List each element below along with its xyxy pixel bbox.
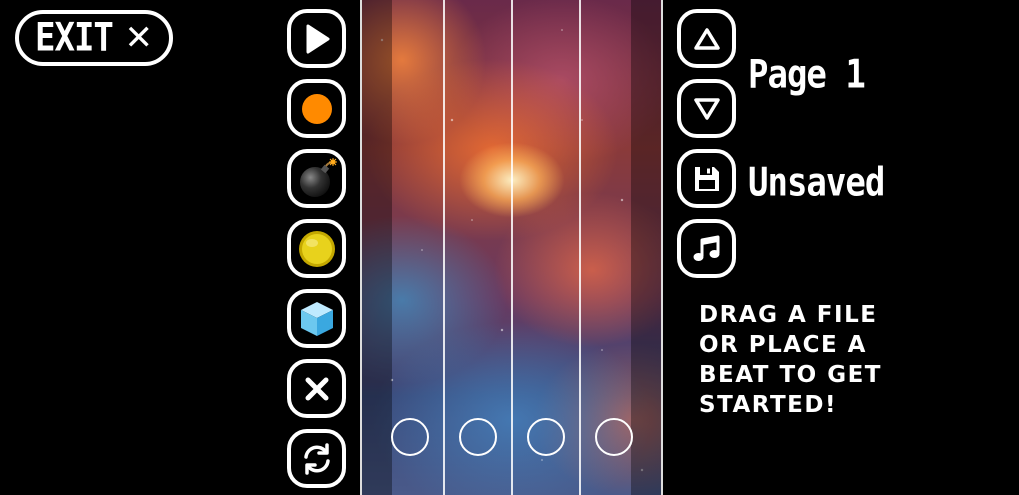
- triangle-up-icon: [693, 27, 720, 50]
- music-note-icon: [693, 235, 719, 261]
- floppy-disk-icon: [694, 166, 719, 191]
- lane-1-hit-target[interactable]: [391, 418, 429, 456]
- page-up-button[interactable]: [677, 9, 736, 68]
- music-button[interactable]: [677, 219, 736, 278]
- beat-track[interactable]: [360, 0, 663, 495]
- lane-3-hit-target[interactable]: [527, 418, 565, 456]
- instruction-line: STARTED!: [699, 392, 837, 418]
- instructions-text: DRAG A FILE OR PLACE A BEAT TO GET START…: [699, 300, 939, 420]
- lane-2-hit-target[interactable]: [459, 418, 497, 456]
- instruction-line: BEAT TO GET: [699, 362, 882, 388]
- track-edge-left: [362, 0, 392, 495]
- refresh-icon: [303, 442, 330, 475]
- x-icon: [305, 377, 328, 400]
- gold-coin-icon: [298, 230, 335, 267]
- ice-cube-icon: [300, 301, 333, 336]
- gold-coin-button[interactable]: [287, 219, 346, 278]
- exit-label: EXIT: [35, 15, 114, 61]
- lane-4-hit-target[interactable]: [595, 418, 633, 456]
- reset-button[interactable]: [287, 429, 346, 488]
- exit-button[interactable]: EXIT ✕: [15, 10, 173, 66]
- orange-circle-icon: [301, 93, 332, 124]
- ice-block-button[interactable]: [287, 289, 346, 348]
- triangle-down-icon: [693, 97, 720, 120]
- track-edge-right: [631, 0, 661, 495]
- page-label: Page 1: [748, 52, 866, 98]
- play-icon: [306, 24, 329, 53]
- delete-button[interactable]: [287, 359, 346, 418]
- page-down-button[interactable]: [677, 79, 736, 138]
- orange-beat-button[interactable]: [287, 79, 346, 138]
- instruction-line: DRAG A FILE: [699, 302, 878, 328]
- bomb-icon: [299, 157, 337, 197]
- lane-divider: [511, 0, 513, 495]
- bomb-button[interactable]: [287, 149, 346, 208]
- play-button[interactable]: [287, 9, 346, 68]
- close-icon: ✕: [124, 18, 154, 58]
- save-button[interactable]: [677, 149, 736, 208]
- lane-divider: [579, 0, 581, 495]
- save-status: Unsaved: [748, 160, 885, 206]
- instruction-line: OR PLACE A: [699, 332, 867, 358]
- lane-divider: [443, 0, 445, 495]
